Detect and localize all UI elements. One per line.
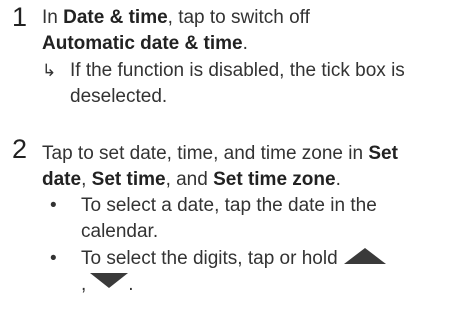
setting-name-date-time: Date & time	[63, 7, 168, 28]
bullet-text: To select the digits, tap or hold ,.	[81, 246, 441, 298]
step-number: 2	[12, 134, 28, 164]
step-text: Tap to set date, time, and time zone in …	[42, 141, 442, 193]
separator: ,	[81, 169, 92, 190]
setting-name-set-time: Set time	[91, 169, 166, 190]
bullet-text: To select a date, tap the date in the ca…	[81, 195, 377, 242]
bullet-text-pre: To select the digits, tap or hold	[81, 248, 338, 269]
step-text-post: .	[335, 169, 341, 190]
period: .	[128, 274, 134, 295]
bullet-dot-icon: •	[50, 248, 57, 269]
separator: , and	[165, 169, 214, 190]
setting-name-set-time-zone: Set time zone	[213, 169, 336, 190]
step-number: 1	[12, 2, 28, 32]
setting-name-automatic: Automatic date & time	[42, 33, 243, 54]
step-text-pre: In	[42, 7, 64, 28]
step-text-mid: , tap to switch off	[167, 7, 310, 28]
step-text-pre: Tap to set date, time, and time zone in	[42, 143, 369, 164]
comma: ,	[81, 274, 87, 295]
result-arrow-icon: ↳	[42, 61, 57, 80]
step-text-post: .	[242, 33, 248, 54]
triangle-down-icon	[90, 273, 129, 288]
step-text: In Date & time, tap to switch off Automa…	[42, 5, 442, 57]
triangle-up-icon	[343, 248, 386, 264]
bullet-dot-icon: •	[50, 195, 57, 216]
result-text: If the function is disabled, the tick bo…	[70, 60, 405, 107]
